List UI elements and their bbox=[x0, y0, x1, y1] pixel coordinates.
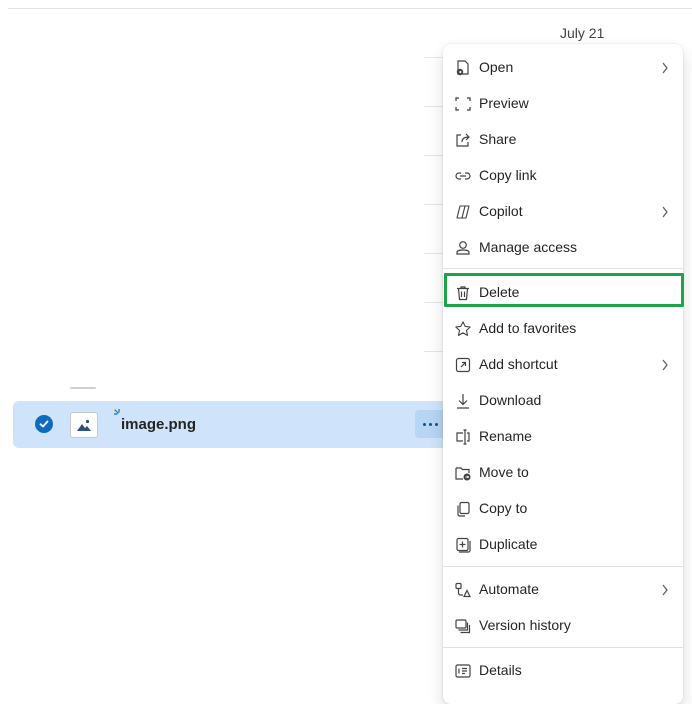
row-checkbox[interactable] bbox=[35, 415, 53, 433]
menu-item-add-shortcut[interactable]: Add shortcut bbox=[443, 347, 683, 383]
person-icon bbox=[454, 239, 472, 257]
menu-divider bbox=[443, 268, 683, 269]
file-row-selected[interactable]: image.png bbox=[13, 401, 473, 448]
menu-item-automate[interactable]: Automate bbox=[443, 572, 683, 608]
menu-item-manage-access[interactable]: Manage access bbox=[443, 230, 683, 266]
menu-item-copy-link[interactable]: Copy link bbox=[443, 158, 683, 194]
star-icon bbox=[454, 320, 472, 338]
chevron-right-icon bbox=[660, 205, 670, 219]
menu-item-duplicate[interactable]: Duplicate bbox=[443, 527, 683, 563]
list-top-divider bbox=[8, 8, 692, 9]
row-thumbnail-edge bbox=[70, 387, 96, 389]
context-menu: Open Preview Share Copy link Copilot Man… bbox=[443, 44, 683, 704]
menu-item-share[interactable]: Share bbox=[443, 122, 683, 158]
preview-icon bbox=[454, 95, 472, 113]
delete-highlight-box bbox=[444, 273, 684, 307]
shortcut-icon bbox=[454, 356, 472, 374]
menu-item-version-history[interactable]: Version history bbox=[443, 608, 683, 644]
share-icon bbox=[454, 131, 472, 149]
file-name[interactable]: image.png bbox=[121, 416, 196, 433]
automate-icon bbox=[454, 581, 472, 599]
move-folder-icon bbox=[454, 464, 472, 482]
history-icon bbox=[454, 617, 472, 635]
details-icon bbox=[454, 662, 472, 680]
download-icon bbox=[454, 392, 472, 410]
menu-item-add-to-favorites[interactable]: Add to favorites bbox=[443, 311, 683, 347]
copy-icon bbox=[454, 500, 472, 518]
chevron-right-icon bbox=[660, 583, 670, 597]
duplicate-icon bbox=[454, 536, 472, 554]
menu-item-rename[interactable]: Rename bbox=[443, 419, 683, 455]
menu-item-download[interactable]: Download bbox=[443, 383, 683, 419]
menu-item-copilot[interactable]: Copilot bbox=[443, 194, 683, 230]
chevron-right-icon bbox=[660, 61, 670, 75]
more-actions-button[interactable] bbox=[415, 410, 445, 438]
menu-item-open[interactable]: Open bbox=[443, 50, 683, 86]
chevron-right-icon bbox=[660, 358, 670, 372]
checkmark-icon bbox=[39, 420, 49, 428]
rename-icon bbox=[454, 428, 472, 446]
date-header: July 21 bbox=[560, 25, 605, 41]
image-file-icon bbox=[70, 412, 98, 438]
link-icon bbox=[454, 167, 472, 185]
copilot-icon bbox=[454, 203, 472, 221]
menu-divider bbox=[443, 566, 683, 567]
menu-item-move-to[interactable]: Move to bbox=[443, 455, 683, 491]
menu-divider bbox=[443, 647, 683, 648]
open-icon bbox=[454, 59, 472, 77]
menu-item-copy-to[interactable]: Copy to bbox=[443, 491, 683, 527]
menu-item-preview[interactable]: Preview bbox=[443, 86, 683, 122]
